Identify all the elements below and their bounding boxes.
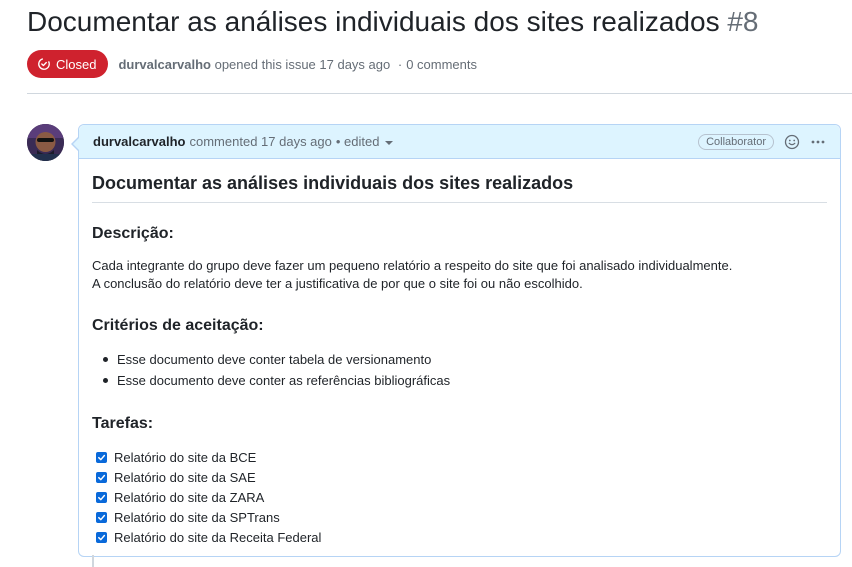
timeline-line [92,555,94,567]
task-checkbox[interactable] [96,451,107,463]
task-checkbox[interactable] [96,531,107,543]
description-heading: Descrição: [92,225,174,242]
description-line: A conclusão do relatório deve ter a just… [92,276,583,291]
task-label: Relatório do site da SAE [114,469,256,485]
list-item: Esse documento deve conter tabela de ver… [92,349,827,370]
task-label: Relatório do site da SPTrans [114,509,280,525]
issue-meta: Closed durvalcarvalho opened this issue … [27,50,477,78]
description-line: Cada integrante do grupo deve fazer um p… [92,258,733,273]
task-item: Relatório do site da ZARA [92,487,827,507]
kebab-horizontal-icon[interactable] [810,134,826,150]
comment-body: Documentar as análises individuais dos s… [79,159,840,547]
meta-separator: · [397,56,403,72]
issue-closed-icon [38,58,50,70]
chevron-down-icon [385,140,394,145]
task-label: Relatório do site da BCE [114,449,257,465]
comment-action-text: commented 17 days ago [189,134,332,149]
header-divider [27,93,852,94]
criteria-heading: Critérios de aceitação: [92,317,264,334]
state-badge: Closed [27,50,109,78]
smiley-icon[interactable] [784,134,800,150]
state-label: Closed [56,56,97,72]
task-label: Relatório do site da ZARA [114,489,265,505]
body-heading: Documentar as análises individuais dos s… [92,173,827,203]
task-checkbox[interactable] [96,511,107,523]
comments-count: 0 comments [406,56,478,72]
task-item: Relatório do site da BCE [92,447,827,467]
task-item: Relatório do site da Receita Federal [92,527,827,547]
tasks-heading: Tarefas: [92,415,154,432]
issue-meta-text: durvalcarvalho opened this issue 17 days… [118,57,477,72]
task-checkbox[interactable] [96,471,107,483]
comment-author-link[interactable]: durvalcarvalho [93,134,186,149]
avatar-image [27,124,64,161]
list-item: Esse documento deve conter as referência… [92,370,827,391]
task-item: Relatório do site da SAE [92,467,827,487]
issue-title-text: Documentar as análises individuais dos s… [27,6,720,37]
task-label: Relatório do site da Receita Federal [114,529,322,545]
edited-dropdown[interactable]: • edited [336,134,394,149]
issue-title: Documentar as análises individuais dos s… [27,6,759,38]
description-paragraph: Cada integrante do grupo deve fazer um p… [92,257,827,293]
task-checkbox[interactable] [96,491,107,503]
edited-label: • edited [335,134,380,149]
role-badge: Collaborator [698,134,774,150]
issue-author-link[interactable]: durvalcarvalho [118,57,211,72]
comment-box: durvalcarvalho commented 17 days ago • e… [71,124,841,557]
task-list: Relatório do site da BCE Relatório do si… [92,447,827,547]
comment-header: durvalcarvalho commented 17 days ago • e… [79,125,840,159]
comment-actions: Collaborator [698,125,826,159]
task-item: Relatório do site da SPTrans [92,507,827,527]
avatar[interactable] [27,124,64,161]
opened-text: opened this issue 17 days ago [214,56,391,72]
issue-number: #8 [727,6,759,37]
criteria-list: Esse documento deve conter tabela de ver… [92,349,827,391]
